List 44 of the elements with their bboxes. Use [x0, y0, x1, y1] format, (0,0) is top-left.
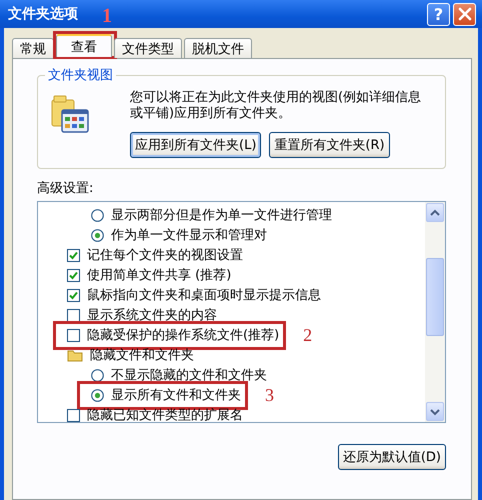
close-icon: [456, 6, 472, 22]
annotation-number: 2: [303, 324, 312, 346]
setting-label: 隐藏已知文件类型的扩展名: [87, 407, 243, 422]
close-button[interactable]: [453, 2, 476, 26]
setting-label: 使用简单文件共享 (推荐): [87, 267, 232, 284]
folder-view-icon: [50, 94, 90, 134]
setting-label: 显示所有文件和文件夹: [111, 387, 241, 404]
group-title: 文件夹视图: [45, 66, 116, 84]
setting-label: 隐藏文件和文件夹: [90, 347, 194, 364]
button[interactable]: 重置所有文件夹(R): [269, 132, 390, 158]
setting-label: 不显示隐藏的文件和文件夹: [111, 367, 267, 384]
checkbox[interactable]: [67, 328, 80, 342]
checkbox[interactable]: [67, 248, 80, 262]
section-label: 高级设置:: [37, 180, 94, 197]
tab[interactable]: 查看: [56, 34, 112, 57]
tab[interactable]: 文件类型: [114, 38, 182, 58]
tab[interactable]: 常规: [12, 38, 54, 58]
window-title: 文件夹选项: [8, 5, 78, 23]
annotation-number: 1: [102, 5, 112, 28]
button[interactable]: 应用到所有文件夹(L): [130, 132, 262, 158]
setting-label: 隐藏受保护的操作系统文件(推荐): [87, 327, 280, 344]
checkbox[interactable]: [67, 408, 80, 422]
checkbox[interactable]: [67, 288, 80, 302]
annotation-number: 3: [265, 384, 274, 406]
setting-label: 显示两部分但是作为单一文件进行管理: [111, 207, 332, 224]
setting-label: 作为单一文件显示和管理对: [111, 227, 267, 244]
radio-button[interactable]: [91, 228, 104, 242]
setting-label: 记住每个文件夹的视图设置: [87, 247, 243, 264]
scroll-thumb[interactable]: [426, 258, 444, 336]
help-button[interactable]: ?: [427, 2, 450, 26]
setting-label: 鼠标指向文件夹和桌面项时显示提示信息: [87, 287, 321, 304]
restore-defaults-button[interactable]: 还原为默认值(D): [338, 444, 446, 470]
scroll-down-button[interactable]: [426, 402, 444, 421]
radio-button[interactable]: [91, 208, 104, 222]
setting-label: 显示系统文件夹的内容: [87, 307, 217, 324]
checkbox[interactable]: [67, 268, 80, 282]
radio-button[interactable]: [91, 388, 104, 402]
radio-button[interactable]: [91, 368, 104, 382]
scrollbar[interactable]: [425, 202, 445, 422]
checkbox[interactable]: [67, 308, 80, 322]
folder-icon: [67, 348, 83, 362]
tab[interactable]: 脱机文件: [184, 38, 252, 58]
description-text: 您可以将正在为此文件夹使用的视图(例如详细信息或平铺)应用到所有文件夹。: [130, 90, 422, 122]
scroll-up-button[interactable]: [426, 203, 444, 222]
